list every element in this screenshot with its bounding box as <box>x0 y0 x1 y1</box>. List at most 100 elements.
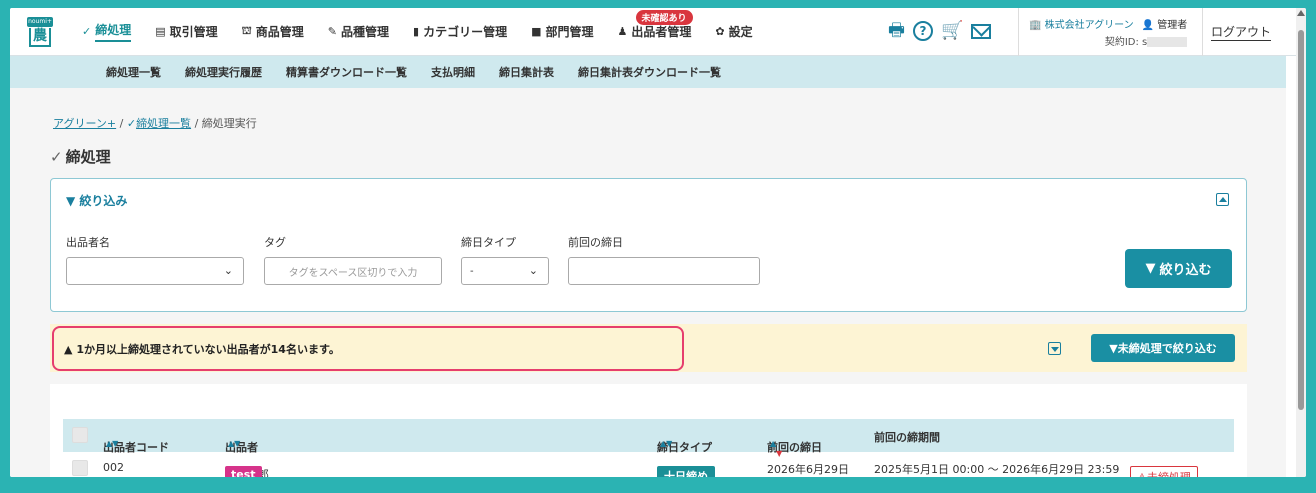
expand-icon[interactable] <box>1048 342 1061 355</box>
folder-icon: ■ <box>531 25 542 38</box>
printer-icon[interactable]: 🖶 <box>888 20 905 42</box>
cell-period: 2025年5月1日 00:00 ～ 2026年6月29日 23:59 <box>874 463 1120 476</box>
gear-icon: ✿ <box>715 25 725 38</box>
nav-closing[interactable]: ✓ 締処理 <box>70 8 143 56</box>
ledger-icon: ▤ <box>155 25 166 38</box>
logo-badge: noumi+ <box>27 16 53 27</box>
table-header: 出品者コード ▲▼ 出品者 ▲▼ 締日タイプ ▲▼ 前回の締日 ▲ ▼ 前回の締期間 <box>63 419 1234 458</box>
sort-icon[interactable]: ▲▼ <box>106 439 118 448</box>
nav-departments[interactable]: ■ 部門管理 <box>519 8 605 56</box>
col-period: 前回の締期間 <box>874 431 940 444</box>
user-icon: 👤 <box>1141 20 1155 31</box>
collapse-icon[interactable] <box>1216 193 1229 206</box>
company-icon: 🏢 <box>1029 20 1042 31</box>
prev-cutoff-label: 前回の締日 <box>568 236 623 249</box>
nav-varieties[interactable]: ✎ 品種管理 <box>316 8 401 56</box>
breadcrumb-sep: / <box>119 117 124 130</box>
tag-placeholder: タグをスペース区切りで入力 <box>288 267 418 279</box>
scroll-up-icon[interactable] <box>1297 10 1305 16</box>
users-icon: ♟ <box>617 25 628 38</box>
vertical-scrollbar[interactable] <box>1296 8 1306 477</box>
sort-icon[interactable]: ▲▼ <box>770 439 782 458</box>
unconfirmed-badge: 未確認あり <box>635 9 693 25</box>
bookmark-icon: ▮ <box>413 25 420 38</box>
nav-label: 設定 <box>728 25 753 39</box>
tag-input[interactable]: タグをスペース区切りで入力 <box>264 257 442 285</box>
sort-icon[interactable]: ▲▼ <box>660 439 672 448</box>
sellers-table: 出品者コード ▲▼ 出品者 ▲▼ 締日タイプ ▲▼ 前回の締日 ▲ ▼ 前回の締期間 00… <box>50 384 1247 477</box>
nav-settings[interactable]: ✿ 設定 <box>703 8 764 56</box>
app-logo[interactable]: noumi+ 農 <box>10 8 70 56</box>
breadcrumb-current: 締処理実行 <box>201 117 257 130</box>
nav-label: カテゴリー管理 <box>423 25 508 39</box>
nav-transactions[interactable]: ▤ 取引管理 <box>143 8 229 56</box>
account-info: 🏢 株式会社アグリーン 👤 管理者 契約ID: s <box>1018 8 1188 56</box>
filter-heading: ▼ 絞り込み <box>66 192 127 209</box>
seller-select[interactable]: ⌄ <box>66 257 244 285</box>
sort-icon[interactable]: ▲▼ <box>228 439 240 448</box>
contract-id: 契約ID: s <box>1104 37 1148 48</box>
prev-cutoff-input[interactable] <box>568 257 760 285</box>
logout-link[interactable]: ログアウト <box>1202 8 1272 56</box>
top-nav: noumi+ 農 ✓ 締処理 ▤ 取引管理 ⛫ 商品管理 ✎ 品種管理 ▮ カテゴリー管理… <box>10 8 1296 56</box>
nav-sellers[interactable]: 未確認あり ♟ 出品者管理 <box>606 8 704 56</box>
seller-label: 出品者名 <box>66 236 110 249</box>
unprocessed-badge: ⚠未締処理 <box>1130 466 1198 477</box>
cart-icon[interactable]: 🛒 <box>941 20 963 42</box>
subnav-history[interactable]: 締処理実行履歴 <box>185 64 262 80</box>
cutoff-value: - <box>470 265 474 277</box>
check-circle-icon: ✓ <box>126 117 137 130</box>
mail-icon[interactable] <box>971 23 992 39</box>
page-title: ✓ 締処理 <box>50 146 111 167</box>
warning-message: ▲ 1か月以上締処理されていない出品者が14名います。 <box>64 341 340 357</box>
company-name: 株式会社アグリーン <box>1044 20 1134 31</box>
breadcrumb-list[interactable]: 締処理一覧 <box>136 117 191 130</box>
subnav-closing-list[interactable]: 締処理一覧 <box>106 64 161 80</box>
scrollbar-thumb[interactable] <box>1298 30 1304 410</box>
app-window: noumi+ 農 ✓ 締処理 ▤ 取引管理 ⛫ 商品管理 ✎ 品種管理 ▮ カテゴリー管理… <box>10 8 1306 477</box>
breadcrumb: アグリーン+ / ✓締処理一覧 / 締処理実行 <box>53 115 257 131</box>
filter-heading-text: 絞り込み <box>79 194 128 208</box>
table-row[interactable]: 002 大幸太郎 test 十日締め 2026年6月29日 2025年5月1日 … <box>63 452 1234 477</box>
warning-banner: ▲ 1か月以上締処理されていない出品者が14名います。 ▼ 未締処理で絞り込む <box>50 324 1247 372</box>
nav-label: 品種管理 <box>341 25 390 39</box>
nav-products[interactable]: ⛫ 商品管理 <box>230 8 316 56</box>
tag-label: タグ <box>264 236 286 249</box>
subnav-payment-details[interactable]: 支払明細 <box>431 64 475 80</box>
chevron-down-icon: ⌄ <box>223 264 233 277</box>
seller-tag: test <box>225 466 262 477</box>
subnav-summary-downloads[interactable]: 締日集計表ダウンロード一覧 <box>578 64 721 80</box>
warning-icon: ▲ <box>64 343 73 356</box>
nav-label: 部門管理 <box>545 25 594 39</box>
contract-id-mask <box>1147 37 1188 47</box>
nav-label: 締処理 <box>95 21 132 42</box>
main-content: アグリーン+ / ✓締処理一覧 / 締処理実行 ✓ 締処理 ▼ 絞り込み 出品者名… <box>10 88 1286 477</box>
funnel-icon: ▼ <box>1145 261 1156 276</box>
check-circle-icon: ✓ <box>50 148 63 166</box>
apply-filter-label: 絞り込む <box>1159 263 1212 278</box>
funnel-icon: ▼ <box>1109 341 1118 355</box>
sub-nav: 締処理一覧 締処理実行履歴 精算書ダウンロード一覧 支払明細 締日集計表 締日集… <box>10 56 1286 88</box>
apply-filter-button[interactable]: ▼ 絞り込む <box>1125 249 1232 288</box>
subnav-closing-summary[interactable]: 締日集計表 <box>499 64 554 80</box>
nav-label: 商品管理 <box>255 25 304 39</box>
select-all-checkbox[interactable] <box>72 427 88 443</box>
nav-label: 出品者管理 <box>631 25 692 39</box>
chevron-down-icon: ⌄ <box>528 264 538 277</box>
filter-unprocessed-label: 未締処理で絞り込む <box>1117 342 1217 355</box>
user-role: 管理者 <box>1157 20 1188 31</box>
cutoff-label: 締日タイプ <box>461 236 516 249</box>
breadcrumb-home[interactable]: アグリーン+ <box>53 117 116 130</box>
row-checkbox[interactable] <box>72 460 88 476</box>
cell-code: 002 <box>103 461 124 474</box>
help-icon[interactable]: ? <box>913 21 933 41</box>
cell-prev: 2026年6月29日 <box>767 463 849 476</box>
check-circle-icon: ✓ <box>82 25 92 38</box>
subnav-statement-downloads[interactable]: 精算書ダウンロード一覧 <box>286 64 407 80</box>
filter-panel: ▼ 絞り込み 出品者名 ⌄ タグ タグをスペース区切りで入力 締日タイプ - ⌄ … <box>50 178 1247 312</box>
cutoff-select[interactable]: - ⌄ <box>461 257 549 285</box>
basket-icon: ⛫ <box>241 24 252 37</box>
warning-text: 1か月以上締処理されていない出品者が14名います。 <box>76 343 340 356</box>
filter-unprocessed-button[interactable]: ▼ 未締処理で絞り込む <box>1091 334 1235 362</box>
nav-categories[interactable]: ▮ カテゴリー管理 <box>401 8 519 56</box>
